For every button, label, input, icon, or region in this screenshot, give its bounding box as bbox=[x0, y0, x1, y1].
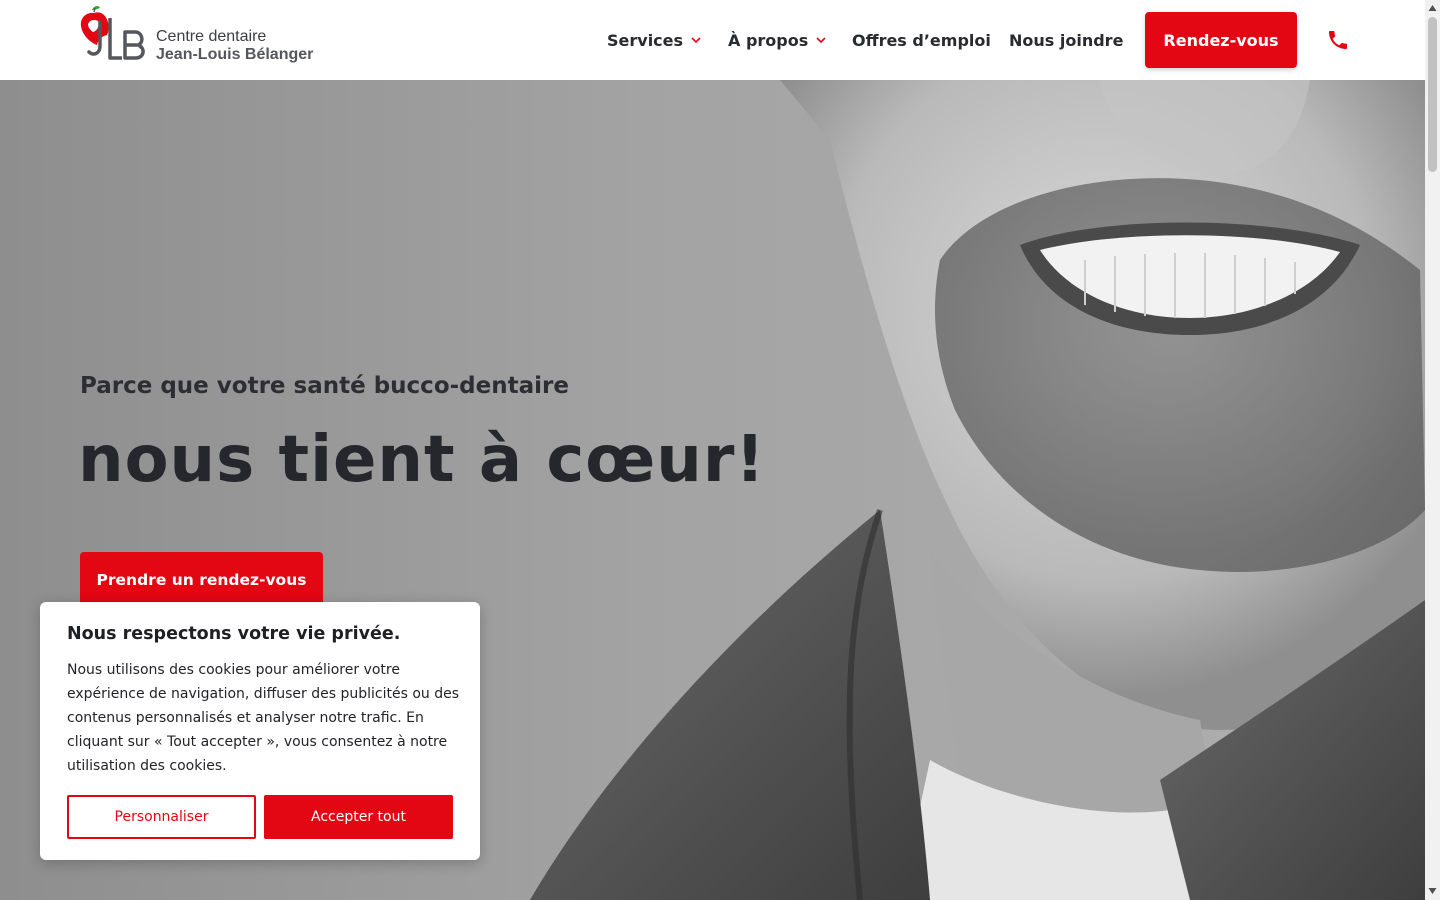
scroll-down-arrow-icon[interactable] bbox=[1428, 887, 1437, 895]
nav-item-label: Offres d’emploi bbox=[852, 30, 991, 50]
rendez-vous-button[interactable]: Rendez-vous bbox=[1145, 12, 1297, 68]
site-header: Centre dentaire Jean-Louis Bélanger Serv… bbox=[0, 0, 1425, 80]
page-scrollbar[interactable] bbox=[1425, 0, 1440, 900]
nav-item-label: Services bbox=[607, 30, 684, 50]
scrollbar-thumb[interactable] bbox=[1428, 17, 1437, 172]
phone-icon[interactable] bbox=[1326, 28, 1350, 52]
nav-item-offres-emploi[interactable]: Offres d’emploi bbox=[852, 28, 991, 52]
scroll-up-arrow-icon[interactable] bbox=[1428, 4, 1437, 12]
page: Centre dentaire Jean-Louis Bélanger Serv… bbox=[0, 0, 1425, 900]
book-appointment-button[interactable]: Prendre un rendez-vous bbox=[80, 552, 323, 608]
accept-all-cookies-button[interactable]: Accepter tout bbox=[264, 795, 453, 839]
nav-item-a-propos[interactable]: À propos bbox=[728, 28, 827, 52]
hero-title: nous tient à cœur! bbox=[78, 423, 766, 497]
cookie-title: Nous respectons votre vie privée. bbox=[67, 624, 401, 644]
chevron-down-icon bbox=[816, 37, 826, 44]
customize-cookies-button[interactable]: Personnaliser bbox=[67, 795, 256, 839]
nav-item-label: À propos bbox=[728, 30, 809, 50]
nav-item-label: Nous joindre bbox=[1009, 30, 1124, 50]
cookie-description: Nous utilisons des cookies pour améliore… bbox=[67, 662, 459, 774]
nav-item-services[interactable]: Services bbox=[607, 28, 702, 52]
nav-item-nous-joindre[interactable]: Nous joindre bbox=[1009, 28, 1123, 52]
main-nav: Services À propos Offres d’emploi Nous j… bbox=[0, 0, 1425, 80]
cookie-consent-dialog: Nous respectons votre vie privée. Nous u… bbox=[40, 602, 480, 860]
hero-subtitle: Parce que votre santé bucco-dentaire bbox=[80, 373, 569, 399]
chevron-down-icon bbox=[691, 37, 701, 44]
